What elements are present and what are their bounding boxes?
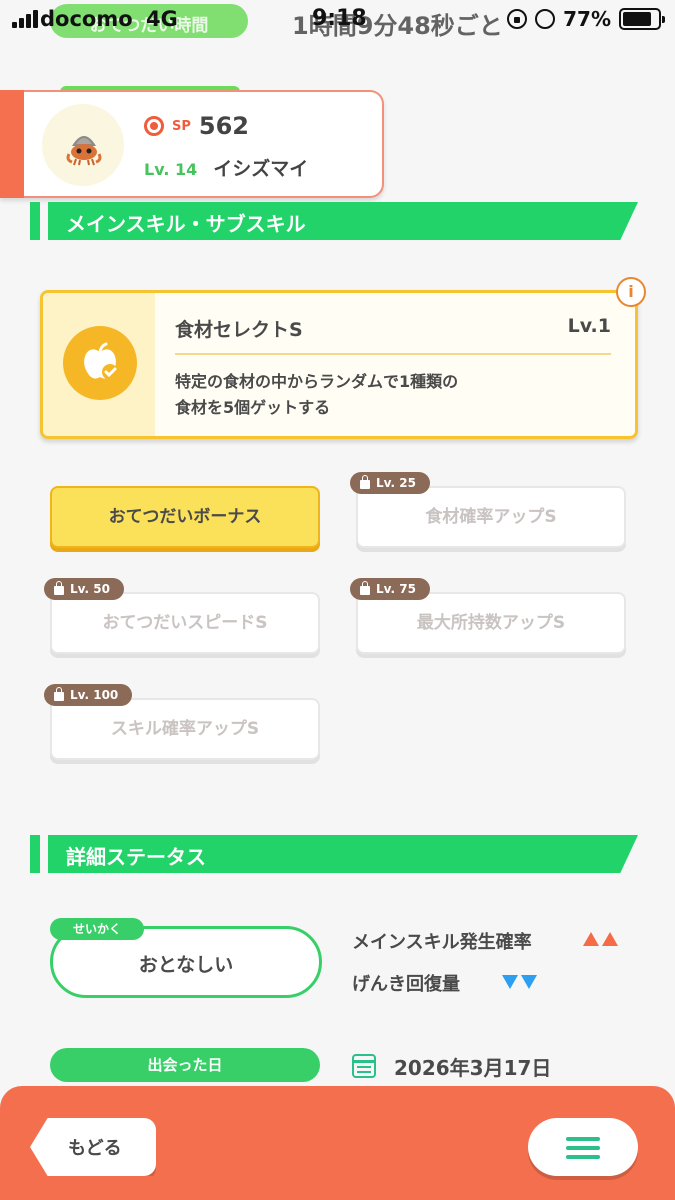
info-button[interactable]: i	[616, 277, 646, 307]
down-arrows-icon	[502, 975, 537, 989]
met-date-label: 出会った日	[50, 1048, 320, 1082]
carrier-name: docomo	[40, 7, 133, 31]
back-button[interactable]: もどる	[30, 1118, 156, 1176]
ingredient-apple-icon	[84, 342, 118, 380]
back-button-label: もどる	[68, 1138, 122, 1159]
sub-skill-4-button[interactable]: 最大所持数アップS	[356, 592, 626, 654]
pokemon-header-card: SP 562 Lv. 14 イシズマイ	[0, 90, 384, 198]
alarm-icon	[535, 9, 556, 29]
lock-icon	[54, 687, 64, 701]
lock-level: Lv. 100	[70, 688, 119, 702]
section-header-status: 詳細ステータス	[30, 835, 640, 873]
sub-skill-3-button[interactable]: おてつだいスピードS	[50, 592, 320, 654]
calendar-icon	[352, 1054, 376, 1078]
battery-percent: 77%	[563, 7, 611, 31]
skill-badge	[63, 326, 137, 400]
skill-divider	[175, 353, 611, 355]
orientation-lock-icon	[507, 9, 528, 29]
lock-level: Lv. 50	[70, 582, 110, 596]
main-skill-name: 食材セレクトS	[175, 319, 303, 341]
status-icons: 77%	[507, 7, 665, 31]
lock-icon	[54, 581, 64, 595]
clock: 9:18	[312, 6, 367, 31]
section-header-skills: メインスキル・サブスキル	[30, 202, 640, 240]
hamburger-icon	[566, 1137, 600, 1159]
battery-icon	[619, 8, 665, 30]
description-line: 特定の食材の中からランダムで1種類の	[175, 372, 459, 391]
lock-tag: Lv. 25	[350, 472, 430, 494]
section-title: 詳細ステータス	[66, 845, 206, 869]
pokemon-name: イシズマイ	[213, 158, 309, 180]
lock-icon	[360, 581, 370, 595]
sub-skill-5-button[interactable]: スキル確率アップS	[50, 698, 320, 760]
section-tick	[30, 835, 40, 873]
sub-skill-1-button[interactable]: おてつだいボーナス	[50, 486, 320, 548]
sp-label: SP	[172, 118, 191, 134]
lock-icon	[360, 475, 370, 489]
pokemon-avatar	[42, 104, 124, 186]
lock-tag: Lv. 50	[44, 578, 124, 600]
lock-level: Lv. 25	[376, 476, 416, 490]
lock-tag: Lv. 100	[44, 684, 133, 706]
card-accent-bar	[0, 90, 24, 198]
pokemon-sprite-icon	[66, 136, 102, 166]
status-bar: おてつだい時間 docomo 4G 1時間9分48秒ごと 9:18 77%	[0, 0, 675, 40]
pokemon-level: Lv. 14	[144, 160, 198, 179]
lock-tag: Lv. 75	[350, 578, 430, 600]
nature-up-effect: メインスキル発生確率	[352, 932, 532, 953]
main-skill-description: 特定の食材の中からランダムで1種類の 食材を5個ゲットする	[175, 369, 555, 421]
nature-down-effect: げんき回復量	[352, 974, 460, 995]
section-title: メインスキル・サブスキル	[66, 212, 306, 236]
nature-value: おとなしい	[138, 954, 234, 976]
carrier-label: docomo 4G	[40, 7, 178, 31]
main-skill-level: Lv.1	[567, 315, 611, 337]
main-skill-card[interactable]: 食材セレクトS Lv.1 特定の食材の中からランダムで1種類の 食材を5個ゲット…	[40, 290, 638, 439]
up-arrows-icon	[583, 932, 618, 946]
sp-value: 562	[198, 112, 249, 140]
lock-level: Lv. 75	[376, 582, 416, 596]
skill-icon-panel	[43, 293, 155, 436]
sp-row: SP 562	[144, 112, 249, 140]
section-tick	[30, 202, 40, 240]
met-date-value: 2026年3月17日	[394, 1056, 552, 1080]
sub-skill-2-button[interactable]: 食材確率アップS	[356, 486, 626, 548]
level-row: Lv. 14 イシズマイ	[144, 154, 308, 181]
menu-button[interactable]	[528, 1118, 638, 1176]
description-line: 食材を5個ゲットする	[175, 398, 331, 417]
pokeball-icon	[144, 116, 164, 136]
network-type: 4G	[145, 7, 178, 31]
nature-tag: せいかく	[50, 918, 144, 940]
